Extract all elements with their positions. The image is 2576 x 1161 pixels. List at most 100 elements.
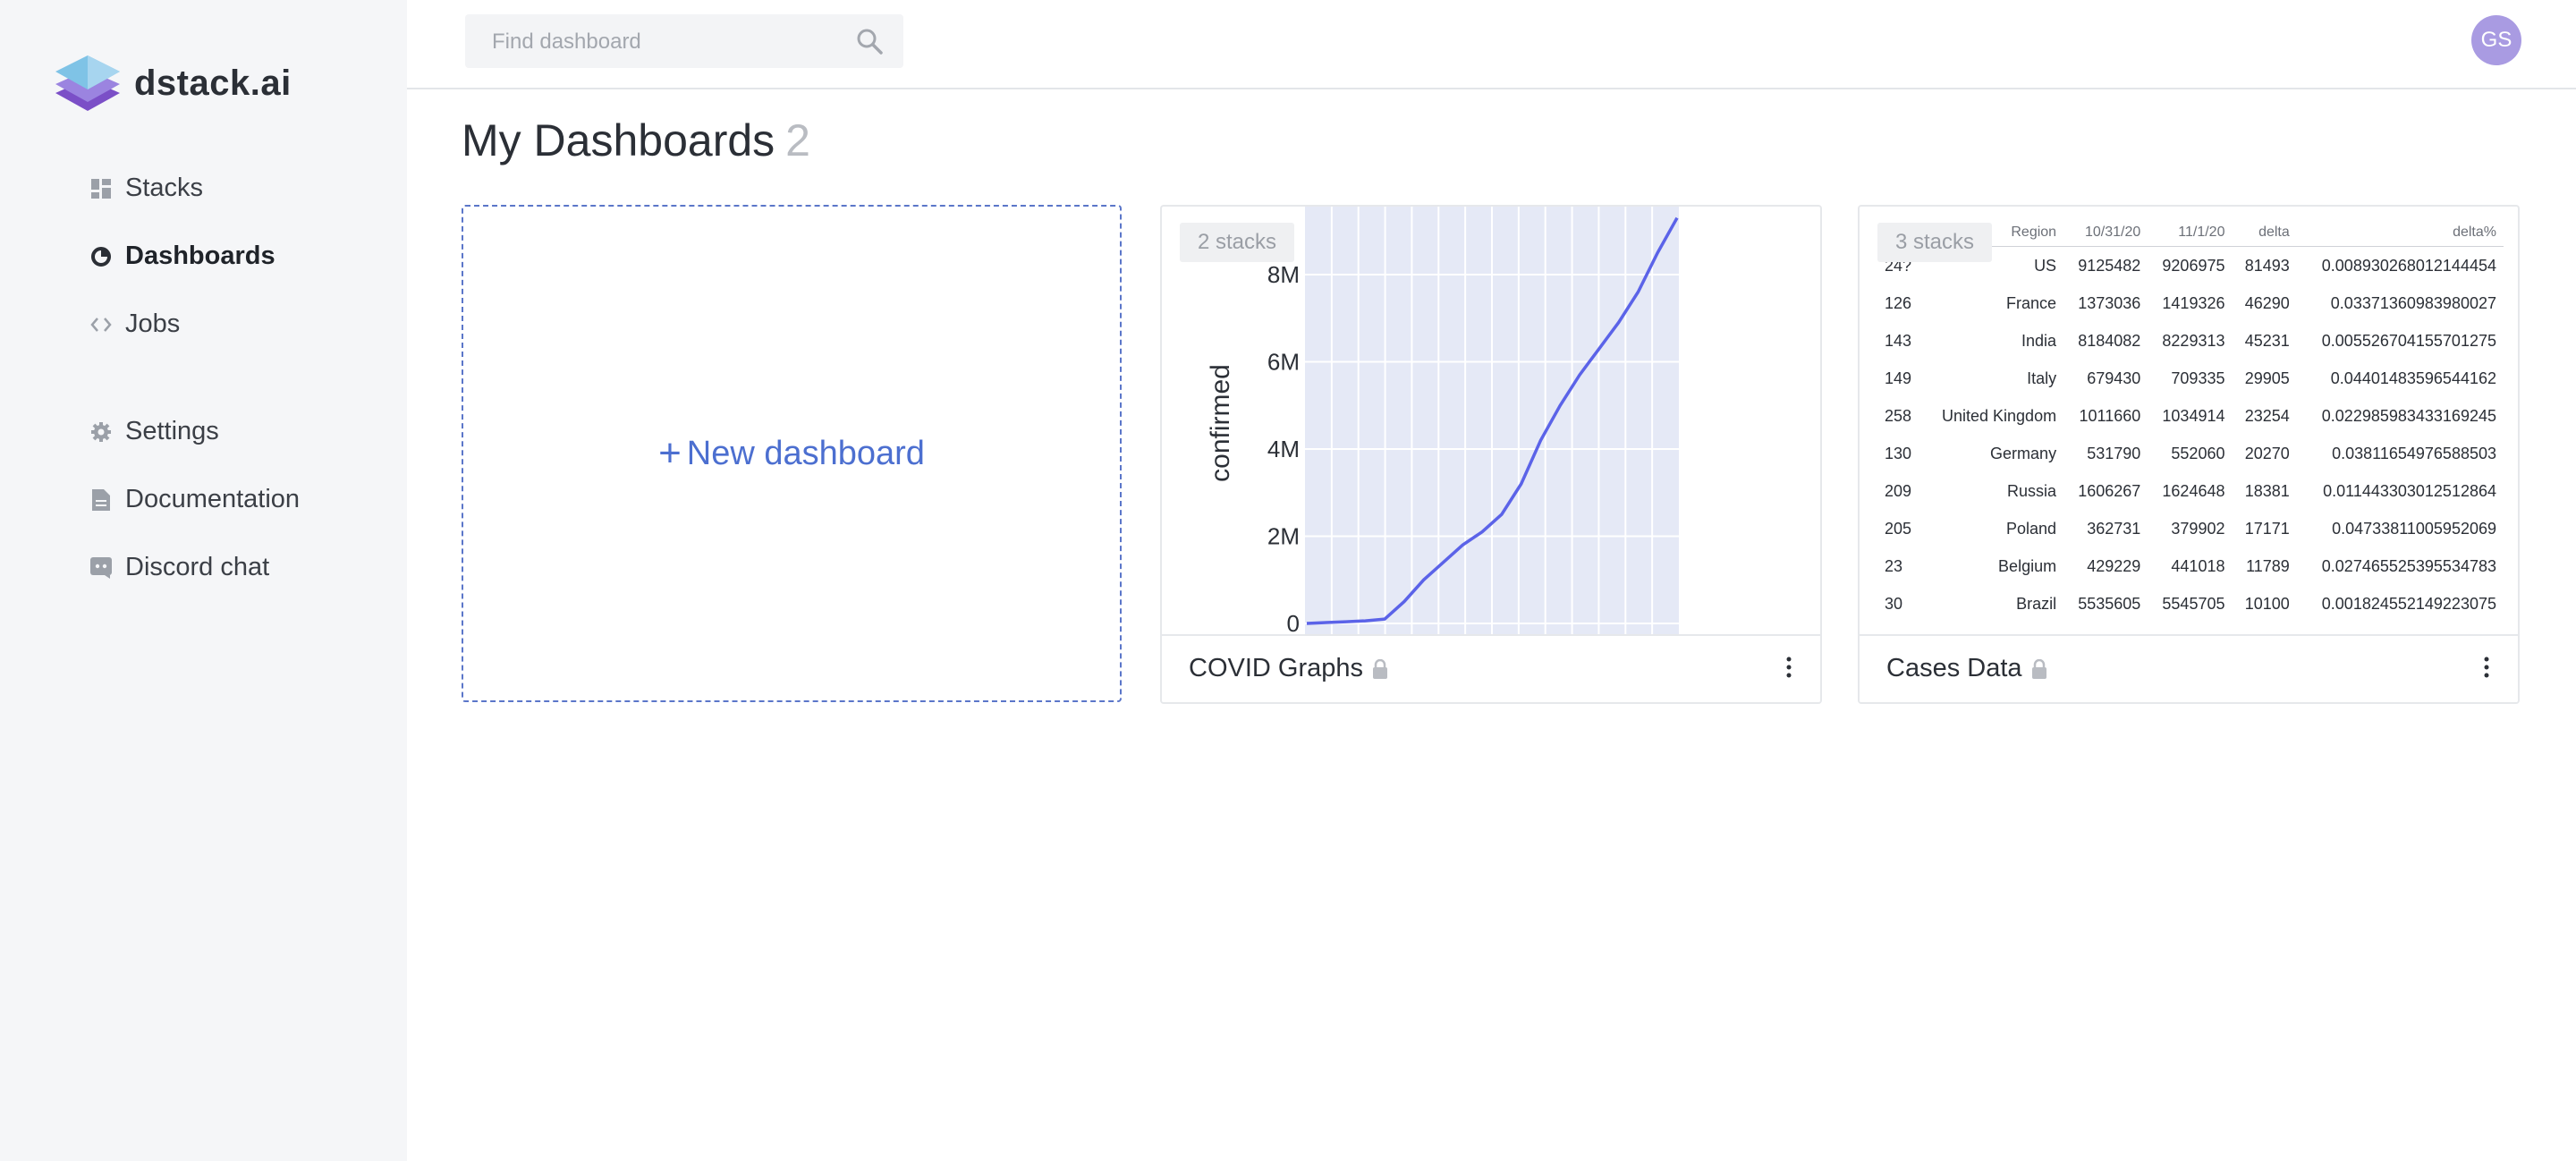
column-header: 11/1/20 — [2148, 219, 2233, 247]
table-cell: 709335 — [2171, 369, 2225, 387]
table-cell: 0.011443303012512864 — [2323, 482, 2496, 500]
table-cell: 441018 — [2171, 557, 2225, 575]
chart: 0 2M 4M 6M 8M confirmed — [1206, 207, 1679, 638]
more-vertical-icon[interactable] — [1784, 654, 1793, 681]
table-cell: United Kingdom — [1942, 407, 2057, 425]
stacks-icon — [89, 177, 113, 200]
table-row: 126 France 1373036 1419326 46290 0.0337136098… — [1877, 284, 2504, 322]
table-cell: 1373036 — [2078, 294, 2141, 312]
table-cell: Brazil — [2016, 595, 2057, 613]
sidebar-item-label: Dashboards — [125, 242, 275, 270]
dashboards-icon — [89, 245, 113, 268]
sidebar-item-dashboards[interactable]: Dashboards — [89, 242, 275, 271]
y-tick-label: 0 — [1287, 610, 1300, 637]
stacks-badge: 2 stacks — [1180, 223, 1295, 262]
new-dashboard-button[interactable]: + New dashboard — [462, 205, 1122, 702]
card-title: COVID Graphs — [1189, 654, 1363, 682]
lock-icon — [1373, 658, 1387, 679]
sidebar-item-label: Settings — [125, 417, 219, 445]
table-cell: 0.04401483596544162 — [2330, 369, 2496, 387]
table-row: 30 Brazil 5535605 5545705 10100 0.00182455214… — [1877, 585, 2504, 623]
table-cell: 1011660 — [2079, 407, 2141, 425]
logo[interactable]: dstack.ai — [54, 52, 292, 114]
sidebar-item-label: Stacks — [125, 174, 204, 202]
card-footer: COVID Graphs — [1162, 634, 1820, 702]
table-cell: 0.03811654976588503 — [2332, 445, 2496, 462]
sidebar: dstack.ai Stacks Dashboards Jobs Setting… — [0, 0, 407, 1161]
table-cell: Germany — [1990, 445, 2057, 462]
new-dashboard-label-wrap: + New dashboard — [658, 431, 925, 476]
table-row: 130 Germany 531790 552060 20270 0.03811654976… — [1877, 435, 2504, 472]
y-tick-label: 2M — [1267, 523, 1300, 550]
table-cell: 5545705 — [2162, 595, 2225, 613]
new-dashboard-label: New dashboard — [686, 434, 925, 472]
table-cell: 429229 — [2087, 557, 2141, 575]
table-cell: 45231 — [2244, 332, 2290, 350]
dashboard-card-cases-data[interactable]: Region 10/31/20 11/1/20 delta delta% 24?… — [1858, 205, 2520, 704]
card-preview: 0 2M 4M 6M 8M confirmed 2 stacks — [1162, 207, 1820, 638]
table-cell: India — [2021, 332, 2057, 350]
document-icon — [89, 488, 113, 512]
table-cell: 126 — [1885, 294, 1912, 312]
sidebar-item-jobs[interactable]: Jobs — [89, 309, 180, 339]
code-icon — [89, 313, 113, 336]
sidebar-item-label: Documentation — [125, 485, 301, 513]
plus-icon: + — [658, 431, 682, 475]
table-cell: 1419326 — [2162, 294, 2225, 312]
column-header: 10/31/20 — [2063, 219, 2148, 247]
table-cell: 46290 — [2244, 294, 2290, 312]
card-preview: Region 10/31/20 11/1/20 delta delta% 24?… — [1860, 207, 2518, 638]
card-title-wrap: Cases Data — [1886, 654, 2047, 683]
search-input[interactable] — [465, 14, 869, 70]
table-cell: 5535605 — [2078, 595, 2141, 613]
sidebar-item-stacks[interactable]: Stacks — [89, 174, 203, 203]
avatar[interactable]: GS — [2471, 15, 2521, 65]
table-cell: 17171 — [2244, 520, 2290, 538]
table-cell: 20270 — [2244, 445, 2290, 462]
sidebar-item-documentation[interactable]: Documentation — [89, 485, 300, 514]
y-axis-label: confirmed — [1206, 364, 1235, 482]
table-row: 205 Poland 362731 379902 17171 0.047338110059… — [1877, 510, 2504, 547]
table-cell: 0.04733811005952069 — [2332, 520, 2496, 538]
table-cell: 29905 — [2244, 369, 2290, 387]
table-cell: 0.008930268012144454 — [2321, 257, 2496, 275]
search-icon[interactable] — [855, 27, 884, 55]
table-row: 149 Italy 679430 709335 29905 0.0440148359654… — [1877, 360, 2504, 397]
table-cell: 8229313 — [2162, 332, 2225, 350]
table-cell: 0.001824552149223075 — [2321, 595, 2496, 613]
table-cell: 8184082 — [2078, 332, 2141, 350]
sidebar-item-label: Jobs — [125, 309, 181, 338]
page-title: My Dashboards 2 — [462, 114, 810, 166]
search-box — [465, 14, 903, 70]
more-vertical-icon[interactable] — [2482, 654, 2491, 681]
table-cell: 0.027465525395534783 — [2321, 557, 2496, 575]
dstack-logo-icon — [55, 55, 120, 111]
column-header: delta% — [2296, 219, 2504, 247]
y-tick-label: 4M — [1267, 436, 1300, 462]
table-cell: 679430 — [2087, 369, 2141, 387]
table-cell: 149 — [1885, 369, 1912, 387]
lock-icon — [2031, 658, 2046, 679]
table-cell: 531790 — [2087, 445, 2141, 462]
card-footer: Cases Data — [1860, 634, 2518, 702]
cases-table: Region 10/31/20 11/1/20 delta delta% 24?… — [1877, 219, 2504, 623]
dashboard-card-covid-graphs[interactable]: 0 2M 4M 6M 8M confirmed 2 stacks COVID Graph… — [1160, 205, 1822, 704]
table-row: 143 India 8184082 8229313 45231 0.00552670415… — [1877, 322, 2504, 360]
stacks-badge: 3 stacks — [1877, 223, 1993, 262]
table-cell: 30 — [1885, 595, 1903, 613]
chat-icon — [89, 556, 113, 580]
table-cell: 1606267 — [2078, 482, 2141, 500]
table-cell: Russia — [2007, 482, 2057, 500]
table-cell: 362731 — [2087, 520, 2141, 538]
table-cell: 0.005526704155701275 — [2321, 332, 2496, 350]
column-header: delta — [2232, 219, 2297, 247]
y-tick-label: 6M — [1267, 349, 1300, 376]
dashboard-count: 2 — [785, 115, 810, 165]
sidebar-item-settings[interactable]: Settings — [89, 417, 219, 446]
sidebar-item-discord-chat[interactable]: Discord chat — [89, 553, 269, 582]
table-row: 23 Belgium 429229 441018 11789 0.027465525395… — [1877, 547, 2504, 585]
table-cell: 23 — [1885, 557, 1903, 575]
page-title-text: My Dashboards — [462, 115, 775, 165]
table-row: 258 United Kingdom 1011660 1034914 23254 0.02… — [1877, 397, 2504, 435]
table-cell: Italy — [2027, 369, 2057, 387]
